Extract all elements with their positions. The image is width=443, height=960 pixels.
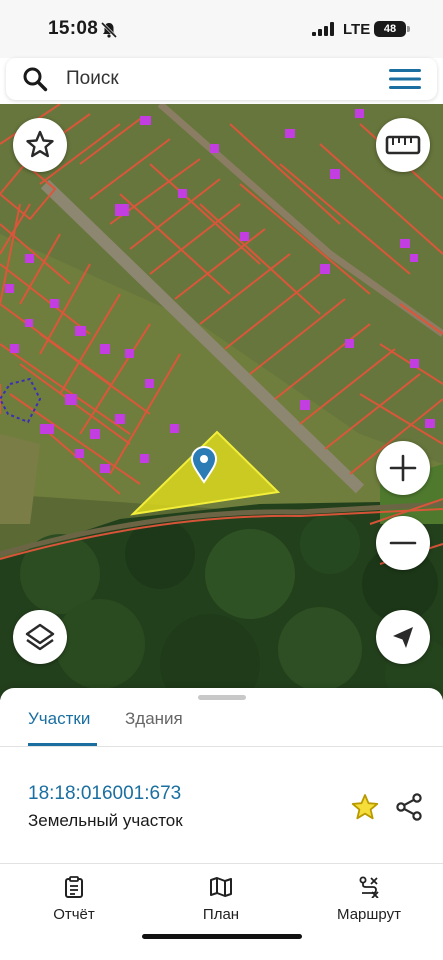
divider xyxy=(0,863,443,864)
parcel-type: Земельный участок xyxy=(28,811,183,830)
home-indicator[interactable] xyxy=(142,934,302,939)
tab-parcels[interactable]: Участки xyxy=(28,709,90,729)
layers-button[interactable] xyxy=(13,610,67,664)
report-icon xyxy=(65,876,83,898)
status-bar: 15:08 LTE 48 xyxy=(0,0,443,58)
signal-icon xyxy=(312,22,334,36)
divider xyxy=(0,746,443,747)
plus-icon xyxy=(389,454,417,482)
star-outline-icon xyxy=(26,130,54,158)
parcel-cadastral-number[interactable]: 18:18:016001:673 xyxy=(28,783,181,805)
network-type: LTE xyxy=(343,21,371,38)
nav-report[interactable]: Отчёт xyxy=(24,876,124,923)
satellite-map[interactable] xyxy=(0,104,443,700)
zoom-in-button[interactable] xyxy=(376,441,430,495)
nav-report-label: Отчёт xyxy=(53,906,95,923)
battery-icon: 48 xyxy=(374,21,406,37)
nav-route[interactable]: Маршрут xyxy=(319,876,419,923)
favorite-map-button[interactable] xyxy=(13,118,67,172)
nav-plan-label: План xyxy=(202,906,240,923)
navigation-arrow-icon xyxy=(393,627,413,648)
layers-icon xyxy=(25,623,55,651)
ruler-icon xyxy=(385,135,421,155)
share-icon[interactable] xyxy=(394,792,424,822)
nav-route-label: Маршрут xyxy=(337,906,401,923)
my-location-button[interactable] xyxy=(376,610,430,664)
measure-ruler-button[interactable] xyxy=(376,118,430,172)
favorite-star-icon[interactable] xyxy=(350,792,380,822)
nav-plan[interactable]: План xyxy=(171,876,271,923)
search-bar[interactable]: Поиск xyxy=(6,58,437,100)
bottom-sheet[interactable]: Участки Здания 18:18:016001:673 Земельны… xyxy=(0,688,443,960)
sheet-drag-handle[interactable] xyxy=(198,695,246,700)
zoom-out-button[interactable] xyxy=(376,516,430,570)
search-icon xyxy=(23,67,48,92)
menu-icon[interactable] xyxy=(389,69,421,89)
search-input[interactable]: Поиск xyxy=(66,68,119,90)
tab-buildings[interactable]: Здания xyxy=(125,709,183,729)
minus-icon xyxy=(389,541,417,545)
status-time: 15:08 xyxy=(48,18,99,39)
map-plan-icon xyxy=(210,877,232,897)
route-icon xyxy=(359,876,379,898)
bell-muted-icon xyxy=(100,21,118,39)
battery-tip xyxy=(407,26,410,32)
